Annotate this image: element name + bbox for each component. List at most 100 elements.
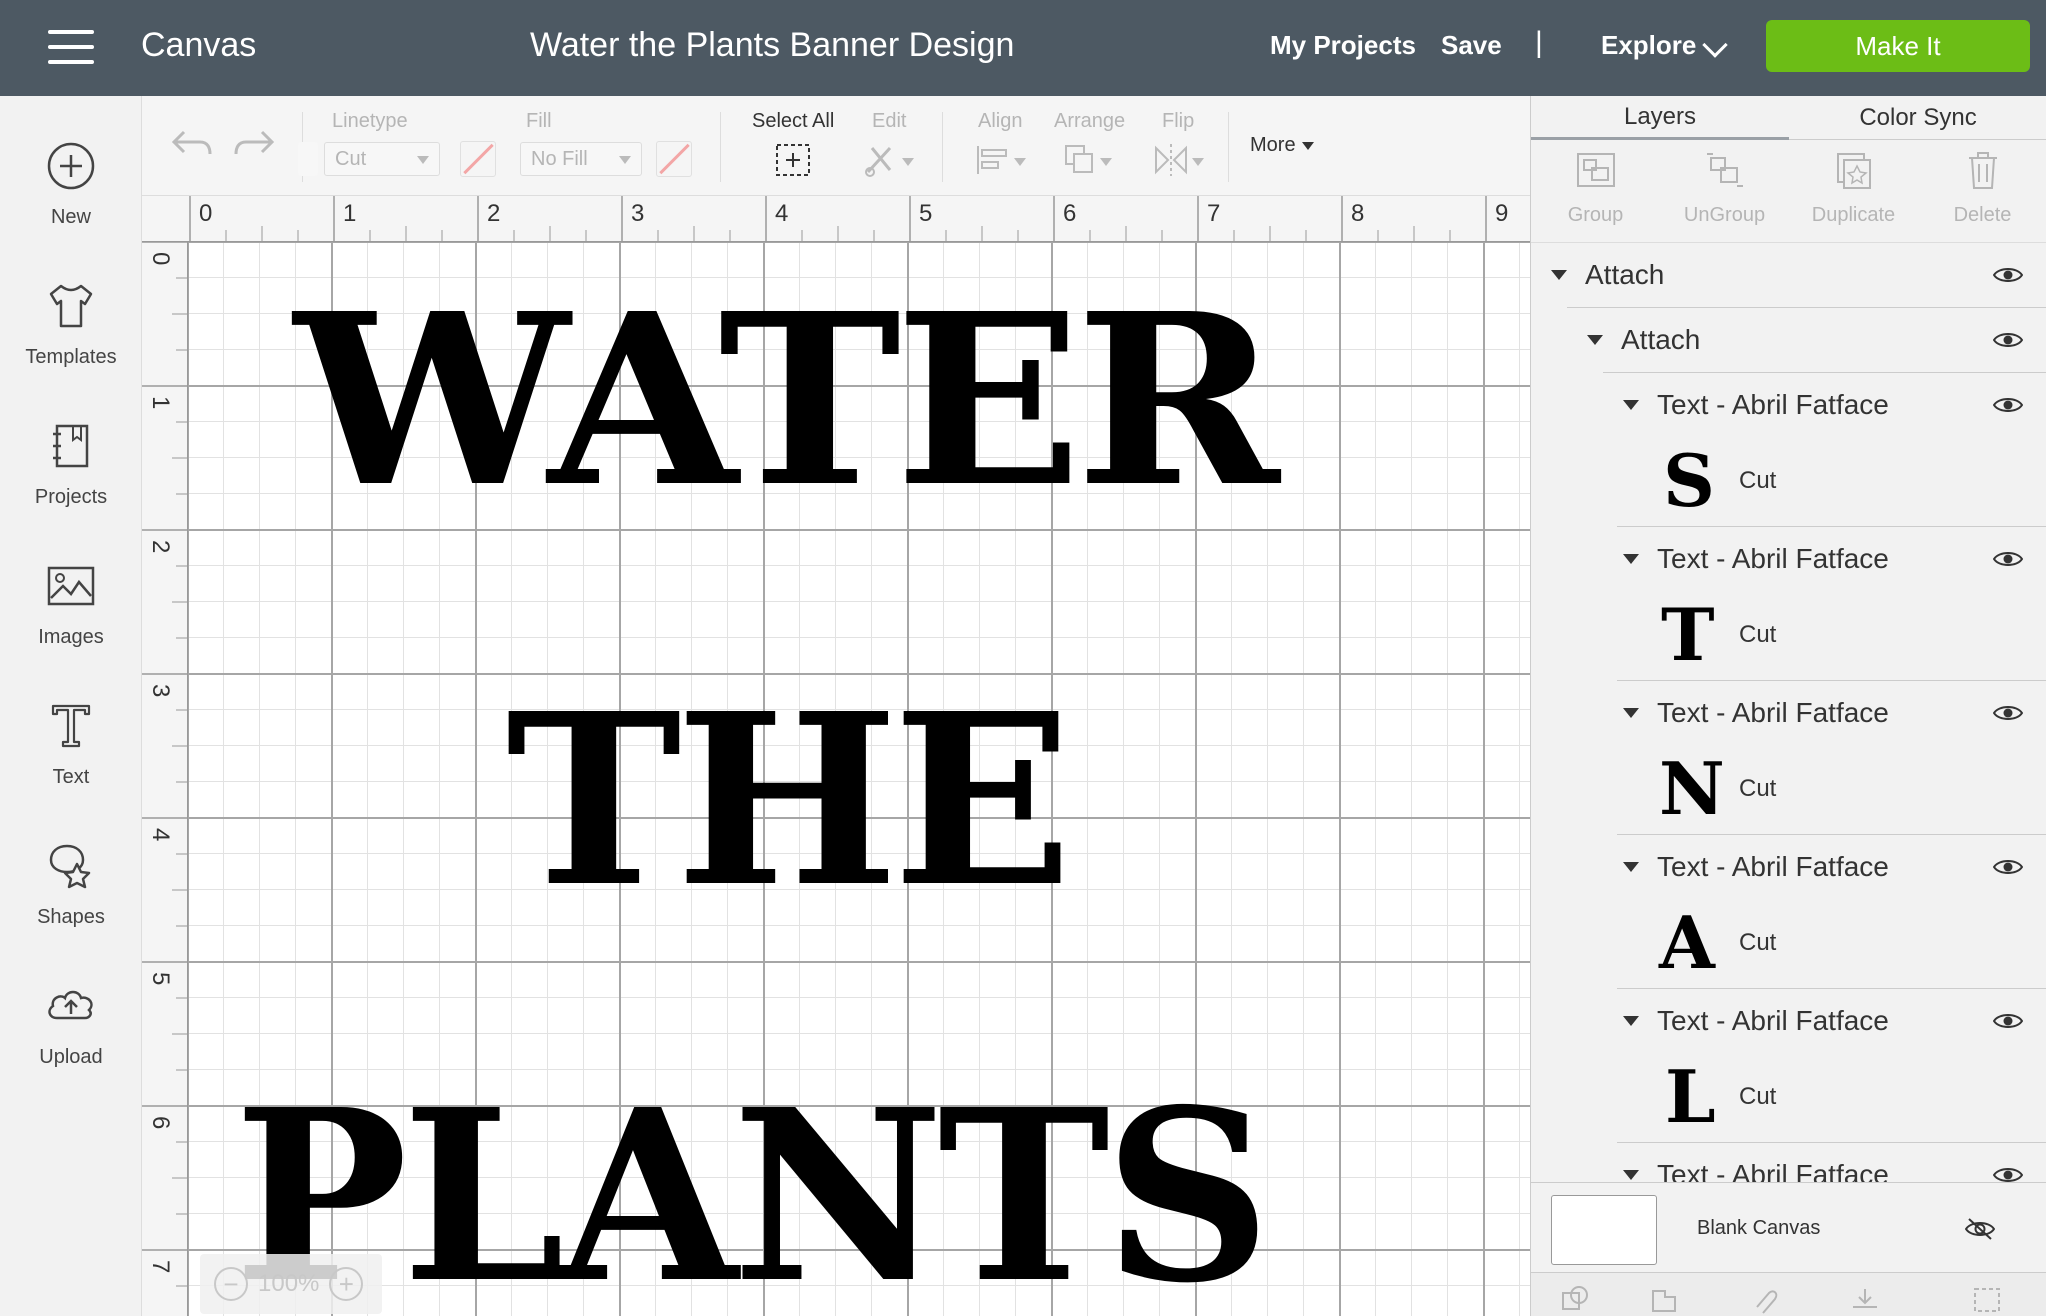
collapse-triangle-icon[interactable] <box>1623 708 1639 718</box>
ruler-label: 6 <box>1063 200 1077 227</box>
ruler-label: 0 <box>199 200 213 227</box>
design-text-the[interactable]: THE <box>506 682 1072 918</box>
layer-name: Text - Abril Fatface <box>1657 389 1889 420</box>
tab-color-sync[interactable]: Color Sync <box>1789 96 2046 140</box>
caret-down-icon <box>619 156 631 164</box>
edit-scissors-icon[interactable] <box>862 142 918 178</box>
collapse-triangle-icon[interactable] <box>1623 400 1639 410</box>
eye-icon[interactable] <box>1993 1166 2023 1182</box>
eye-icon[interactable] <box>1993 1012 2023 1030</box>
sidebar-item-projects[interactable]: Projects <box>0 406 142 526</box>
eye-icon[interactable] <box>1993 396 2023 414</box>
collapse-triangle-icon[interactable] <box>1623 1170 1639 1180</box>
group-button[interactable]: Group <box>1531 148 1660 238</box>
arrange-icon[interactable] <box>1062 142 1118 178</box>
delete-label: Delete <box>1953 204 2012 226</box>
linetype-select[interactable]: Cut <box>324 142 440 176</box>
weld-icon[interactable] <box>1649 1285 1681 1315</box>
fill-color-swatch[interactable] <box>656 141 692 177</box>
flip-label: Flip <box>1162 110 1195 132</box>
edit-toolbar: Linetype Cut Fill No Fill Select All Edi… <box>142 96 1530 196</box>
ruler-label: 8 <box>1351 200 1365 227</box>
save-button[interactable]: Save <box>1441 30 1502 61</box>
align-icon[interactable] <box>974 142 1030 178</box>
blank-canvas-label: Blank Canvas <box>1697 1217 1821 1239</box>
layer-name: Text - Abril Fatface <box>1657 1159 1889 1182</box>
design-text-water[interactable]: WATER <box>294 282 1280 518</box>
more-menu[interactable]: More <box>1250 134 1314 157</box>
layer-thumbnail: A <box>1659 900 1715 985</box>
select-all-label[interactable]: Select All <box>752 110 834 133</box>
document-title[interactable]: Water the Plants Banner Design <box>530 26 1014 65</box>
layer-group-attach[interactable]: Attach <box>1531 308 2046 372</box>
sidebar-item-text[interactable]: Text <box>0 686 142 806</box>
ruler-label: 3 <box>631 200 645 227</box>
sidebar-item-label: Templates <box>25 346 117 368</box>
chevron-down-icon[interactable] <box>1702 32 1728 58</box>
undo-icon[interactable] <box>170 124 214 160</box>
design-canvas[interactable]: WATER THE PLANTS − 100% + <box>188 242 1530 1316</box>
collapse-triangle-icon[interactable] <box>1623 554 1639 564</box>
delete-button[interactable]: Delete <box>1918 148 2046 238</box>
explore-menu[interactable]: Explore <box>1601 30 1696 61</box>
panel-bottom-toolbar <box>1531 1272 2046 1316</box>
eye-icon[interactable] <box>1993 858 2023 876</box>
app-name: Canvas <box>141 26 257 64</box>
layers-panel: Layers Color Sync Group UnGroup Duplicat… <box>1530 96 2046 1316</box>
ungroup-button[interactable]: UnGroup <box>1660 148 1789 238</box>
sidebar-item-images[interactable]: Images <box>0 546 142 666</box>
sidebar-item-templates[interactable]: Templates <box>0 266 142 386</box>
layer-name: Text - Abril Fatface <box>1657 543 1889 574</box>
redo-icon[interactable] <box>232 124 276 160</box>
sidebar-item-label: Shapes <box>37 906 105 928</box>
layer-item[interactable]: Text - Abril Fatface <box>1531 835 2046 899</box>
flatten-icon[interactable] <box>1849 1285 1881 1315</box>
eye-hidden-icon[interactable] <box>1965 1217 1995 1241</box>
zoom-out-button[interactable]: − <box>214 1267 248 1301</box>
fill-label: Fill <box>526 110 552 132</box>
ruler-label: 1 <box>343 200 357 227</box>
eye-icon[interactable] <box>1993 550 2023 568</box>
layer-thumbnail: L <box>1665 1054 1716 1139</box>
blank-canvas-swatch[interactable] <box>1551 1195 1657 1265</box>
layer-item[interactable]: Text - Abril Fatface <box>1531 1143 2046 1182</box>
eye-icon[interactable] <box>1993 704 2023 722</box>
layer-item[interactable]: Text - Abril Fatface <box>1531 373 2046 437</box>
fill-select[interactable]: No Fill <box>520 142 642 176</box>
design-text-plants[interactable]: PLANTS <box>234 1078 1271 1314</box>
collapse-triangle-icon[interactable] <box>1623 862 1639 872</box>
hamburger-menu-icon[interactable] <box>48 30 94 64</box>
linetype-label: Linetype <box>332 110 408 132</box>
my-projects-link[interactable]: My Projects <box>1270 30 1416 61</box>
eye-icon[interactable] <box>1993 266 2023 284</box>
make-it-button[interactable]: Make It <box>1766 20 2030 72</box>
eye-icon[interactable] <box>1993 331 2023 349</box>
slice-icon[interactable] <box>1559 1285 1591 1315</box>
sidebar-item-new[interactable]: New <box>0 126 142 246</box>
layer-item[interactable]: Text - Abril Fatface <box>1531 527 2046 591</box>
ruler-label: 7 <box>147 1260 174 1274</box>
blank-canvas-row[interactable]: Blank Canvas <box>1531 1182 2046 1272</box>
layer-item[interactable]: Text - Abril Fatface <box>1531 681 2046 745</box>
collapse-triangle-icon[interactable] <box>1623 1016 1639 1026</box>
attach-icon[interactable] <box>1749 1285 1781 1315</box>
select-all-icon[interactable] <box>774 142 812 178</box>
sidebar-item-shapes[interactable]: Shapes <box>0 826 142 946</box>
layer-group-attach[interactable]: Attach <box>1531 243 2046 307</box>
shapes-icon <box>49 844 91 889</box>
flip-icon[interactable] <box>1152 142 1208 178</box>
layers-list: Attach Attach Text - Abril Fatface S Cut… <box>1531 242 2046 1182</box>
contour-icon[interactable] <box>1971 1285 2003 1315</box>
collapse-triangle-icon[interactable] <box>1587 335 1603 345</box>
group-icon <box>1576 153 1615 187</box>
tab-layers[interactable]: Layers <box>1531 96 1789 140</box>
collapse-triangle-icon[interactable] <box>1551 270 1567 280</box>
sidebar-item-upload[interactable]: Upload <box>0 966 142 1086</box>
layer-item[interactable]: Text - Abril Fatface <box>1531 989 2046 1053</box>
ruler-label: 3 <box>147 684 174 698</box>
duplicate-button[interactable]: Duplicate <box>1789 148 1918 238</box>
layer-group-name: Attach <box>1621 324 1701 355</box>
linetype-color-swatch[interactable] <box>460 141 496 177</box>
zoom-in-button[interactable]: + <box>329 1267 364 1301</box>
toolbar-divider <box>942 112 943 182</box>
